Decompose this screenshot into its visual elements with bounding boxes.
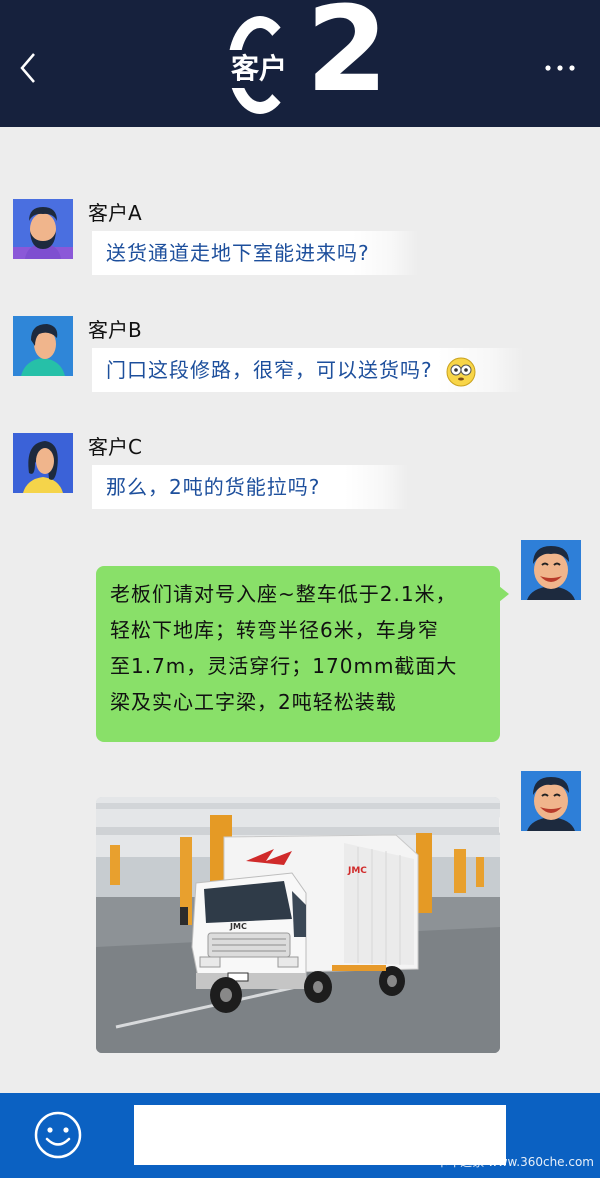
smiling-man-avatar-icon bbox=[521, 540, 581, 600]
man-avatar-icon bbox=[13, 316, 73, 376]
woman-avatar-icon bbox=[13, 433, 73, 493]
box-brand-text: JMC bbox=[347, 866, 367, 876]
watermark-text: 卡车之家 www.360che.com bbox=[436, 1155, 594, 1169]
reply-line-4: 梁及实心工字梁，2吨轻松装载 bbox=[110, 690, 397, 714]
bearded-man-avatar-icon bbox=[13, 199, 73, 259]
reply-bubble: 老板们请对号入座~整车低于2.1米， 轻松下地库；转弯半径6米，车身窄 至1.7… bbox=[96, 566, 509, 742]
reply-line-1: 老板们请对号入座~整车低于2.1米， bbox=[110, 582, 457, 606]
cab-badge-text: JMC bbox=[229, 922, 247, 931]
message-text-c: 那么，2吨的货能拉吗? bbox=[106, 475, 321, 499]
message-text-a: 送货通道走地下室能进来吗? bbox=[106, 241, 370, 265]
avatar-customer-c[interactable] bbox=[13, 433, 73, 493]
smiling-man-avatar-icon bbox=[521, 771, 581, 831]
message-text-b: 门口这段修路，很窄，可以送货吗? bbox=[106, 358, 433, 382]
avatar-customer-b[interactable] bbox=[13, 316, 73, 376]
avatar-customer-a[interactable] bbox=[13, 199, 73, 259]
message-bubble-c: 那么，2吨的货能拉吗? bbox=[92, 465, 408, 509]
chat-header: 2 客户 bbox=[0, 0, 600, 127]
sender-name-b: 客户B bbox=[88, 318, 142, 342]
input-bar: 卡车之家 www.360che.com bbox=[0, 1093, 600, 1178]
avatar-seller[interactable] bbox=[521, 540, 581, 600]
flushed-face-emoji-icon bbox=[446, 357, 476, 386]
message-bubble-a: 送货通道走地下室能进来吗? bbox=[92, 231, 418, 275]
chevron-left-icon[interactable] bbox=[14, 50, 42, 86]
decorative-digit: 2 bbox=[306, 0, 389, 118]
sender-name-a: 客户A bbox=[88, 201, 142, 225]
more-dots-icon[interactable] bbox=[544, 60, 576, 76]
smile-icon[interactable] bbox=[33, 1110, 83, 1160]
truck-image-message[interactable]: JMC JMC bbox=[96, 797, 500, 1053]
avatar-seller-2[interactable] bbox=[521, 771, 581, 831]
reply-line-2: 轻松下地库；转弯半径6米，车身窄 bbox=[110, 618, 439, 642]
chat-title: 客户 bbox=[227, 50, 292, 88]
sender-name-c: 客户C bbox=[88, 435, 142, 459]
message-bubble-b: 门口这段修路，很窄，可以送货吗? bbox=[92, 348, 524, 392]
truck-in-parking-garage-image: JMC JMC bbox=[96, 797, 500, 1053]
reply-line-3: 至1.7m，灵活穿行；170mm截面大 bbox=[110, 654, 458, 678]
